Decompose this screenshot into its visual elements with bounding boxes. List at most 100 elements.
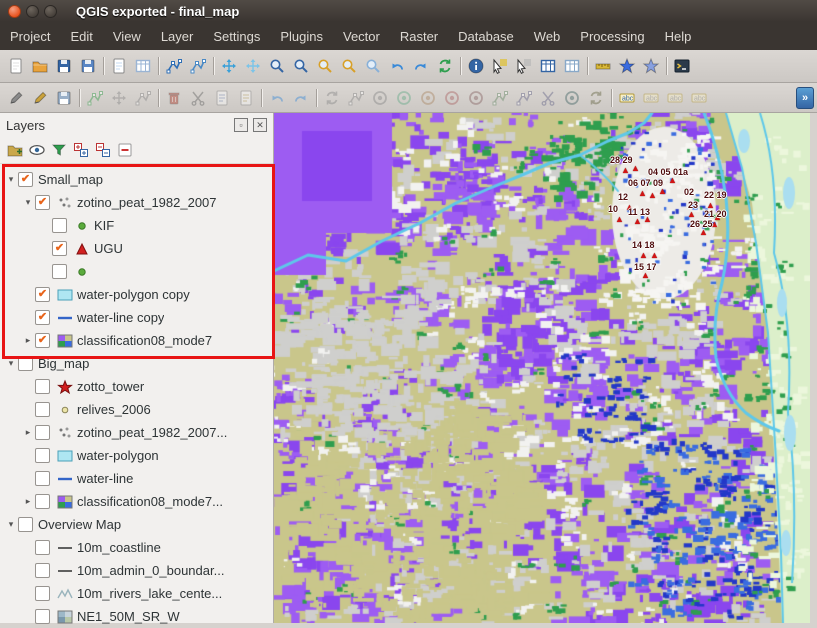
float-panel-icon[interactable]: ▫ bbox=[234, 118, 248, 132]
python-console-button[interactable] bbox=[671, 55, 693, 77]
expander-icon[interactable]: ▸ bbox=[21, 496, 35, 507]
custom-projection-button[interactable] bbox=[187, 55, 209, 77]
reshape-features-button[interactable] bbox=[489, 87, 511, 109]
expander-icon[interactable]: ▾ bbox=[4, 174, 18, 185]
menu-database[interactable]: Database bbox=[448, 24, 524, 49]
expander-icon[interactable]: ▾ bbox=[4, 358, 18, 369]
layer-checkbox[interactable] bbox=[35, 402, 50, 417]
layer-item-10m-rivers-lake-cente[interactable]: 10m_rivers_lake_cente... bbox=[0, 582, 273, 605]
layer-checkbox[interactable] bbox=[35, 471, 50, 486]
field-calculator-button[interactable] bbox=[561, 55, 583, 77]
layer-checkbox[interactable]: ✔ bbox=[52, 241, 67, 256]
layer-checkbox[interactable] bbox=[35, 563, 50, 578]
cut-features-button[interactable] bbox=[187, 87, 209, 109]
layer-checkbox[interactable]: ✔ bbox=[35, 287, 50, 302]
paste-features-button[interactable] bbox=[235, 87, 257, 109]
layer-checkbox[interactable]: ✔ bbox=[35, 195, 50, 210]
layer-item-ugu[interactable]: ✔UGU bbox=[0, 237, 273, 260]
delete-part-button[interactable] bbox=[465, 87, 487, 109]
merge-features-button[interactable] bbox=[561, 87, 583, 109]
expander-icon[interactable]: ▾ bbox=[21, 197, 35, 208]
remove-layer-button[interactable] bbox=[115, 140, 135, 160]
new-print-composer-button[interactable] bbox=[108, 55, 130, 77]
open-project-button[interactable] bbox=[29, 55, 51, 77]
layer-checkbox[interactable] bbox=[35, 425, 50, 440]
layer-group-overview-map[interactable]: ▾Overview Map bbox=[0, 513, 273, 536]
menu-vector[interactable]: Vector bbox=[333, 24, 390, 49]
menu-edit[interactable]: Edit bbox=[60, 24, 102, 49]
rotate-label-button[interactable]: abc bbox=[664, 87, 686, 109]
add-feature-button[interactable] bbox=[84, 87, 106, 109]
layer-item-water-line[interactable]: water-line bbox=[0, 467, 273, 490]
delete-selected-button[interactable] bbox=[163, 87, 185, 109]
current-edits-button[interactable] bbox=[5, 87, 27, 109]
expander-icon[interactable]: ▸ bbox=[21, 427, 35, 438]
pan-map-button[interactable] bbox=[218, 55, 240, 77]
zoom-next-button[interactable] bbox=[410, 55, 432, 77]
offset-curve-button[interactable] bbox=[513, 87, 535, 109]
layer-checkbox[interactable]: ✔ bbox=[35, 333, 50, 348]
labeling-button[interactable]: abc bbox=[616, 87, 638, 109]
split-features-button[interactable] bbox=[537, 87, 559, 109]
fill-ring-button[interactable] bbox=[417, 87, 439, 109]
layer-checkbox[interactable] bbox=[35, 540, 50, 555]
add-group-button[interactable] bbox=[5, 140, 25, 160]
zoom-full-button[interactable] bbox=[314, 55, 336, 77]
refresh-map-button[interactable] bbox=[434, 55, 456, 77]
style-manager-button[interactable] bbox=[163, 55, 185, 77]
layer-group-big-map[interactable]: ▾Big_map bbox=[0, 352, 273, 375]
open-attribute-table-button[interactable] bbox=[537, 55, 559, 77]
manage-visibility-button[interactable] bbox=[27, 140, 47, 160]
layer-checkbox[interactable] bbox=[52, 218, 67, 233]
expander-icon[interactable]: ▸ bbox=[21, 335, 35, 346]
rotate-point-symbols-button[interactable] bbox=[585, 87, 607, 109]
layer-checkbox[interactable]: ✔ bbox=[18, 172, 33, 187]
zoom-in-button[interactable] bbox=[266, 55, 288, 77]
zoom-out-button[interactable] bbox=[290, 55, 312, 77]
collapse-all-button[interactable] bbox=[93, 140, 113, 160]
menu-layer[interactable]: Layer bbox=[151, 24, 204, 49]
layer-checkbox[interactable] bbox=[35, 586, 50, 601]
map-canvas[interactable] bbox=[274, 113, 810, 623]
change-label-button[interactable]: abc bbox=[688, 87, 710, 109]
layer-checkbox[interactable] bbox=[18, 356, 33, 371]
zoom-last-button[interactable] bbox=[386, 55, 408, 77]
window-maximize-button[interactable] bbox=[44, 5, 57, 18]
zoom-to-selection-button[interactable] bbox=[338, 55, 360, 77]
copy-features-button[interactable] bbox=[211, 87, 233, 109]
add-part-button[interactable] bbox=[393, 87, 415, 109]
redo-button[interactable] bbox=[290, 87, 312, 109]
new-project-button[interactable] bbox=[5, 55, 27, 77]
save-project-as-button[interactable] bbox=[77, 55, 99, 77]
layer-item-kif[interactable]: KIF bbox=[0, 214, 273, 237]
layer-checkbox[interactable] bbox=[35, 448, 50, 463]
new-bookmark-button[interactable] bbox=[616, 55, 638, 77]
layer-group-small-map[interactable]: ▾✔Small_map bbox=[0, 168, 273, 191]
menu-processing[interactable]: Processing bbox=[570, 24, 654, 49]
toggle-editing-button[interactable] bbox=[29, 87, 51, 109]
menu-project[interactable]: Project bbox=[0, 24, 60, 49]
close-panel-icon[interactable]: ✕ bbox=[253, 118, 267, 132]
menu-plugins[interactable]: Plugins bbox=[270, 24, 333, 49]
delete-ring-button[interactable] bbox=[441, 87, 463, 109]
layer-item-blank[interactable] bbox=[0, 260, 273, 283]
filter-legend-button[interactable] bbox=[49, 140, 69, 160]
undo-button[interactable] bbox=[266, 87, 288, 109]
layer-item-zotino-peat-1982-2007[interactable]: ▸zotino_peat_1982_2007... bbox=[0, 421, 273, 444]
layer-item-zotto-tower[interactable]: zotto_tower bbox=[0, 375, 273, 398]
layer-item-10m-admin-0-boundar[interactable]: 10m_admin_0_boundar... bbox=[0, 559, 273, 582]
layer-checkbox[interactable] bbox=[35, 494, 50, 509]
layer-item-10m-coastline[interactable]: 10m_coastline bbox=[0, 536, 273, 559]
layer-item-classification08-mode7[interactable]: ▸✔classification08_mode7 bbox=[0, 329, 273, 352]
layer-item-water-polygon-copy[interactable]: ✔water-polygon copy bbox=[0, 283, 273, 306]
composer-manager-button[interactable] bbox=[132, 55, 154, 77]
layer-checkbox[interactable]: ✔ bbox=[35, 310, 50, 325]
menu-help[interactable]: Help bbox=[655, 24, 702, 49]
layer-item-zotino-peat-1982-2007[interactable]: ▾✔zotino_peat_1982_2007 bbox=[0, 191, 273, 214]
zoom-to-layer-button[interactable] bbox=[362, 55, 384, 77]
expander-icon[interactable]: ▾ bbox=[4, 519, 18, 530]
menu-settings[interactable]: Settings bbox=[203, 24, 270, 49]
rotate-feature-button[interactable] bbox=[321, 87, 343, 109]
layer-item-water-line-copy[interactable]: ✔water-line copy bbox=[0, 306, 273, 329]
node-tool-button[interactable] bbox=[132, 87, 154, 109]
